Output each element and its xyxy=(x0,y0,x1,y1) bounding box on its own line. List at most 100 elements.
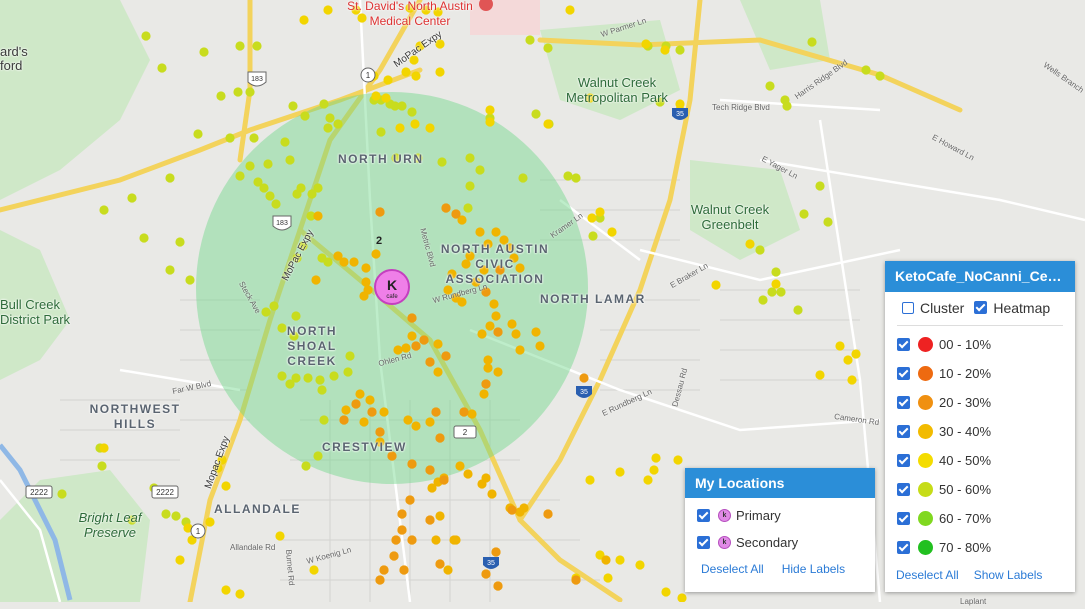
heatmap-point xyxy=(252,41,262,51)
heatmap-point xyxy=(139,233,149,243)
heatmap-point xyxy=(361,263,371,273)
heatmap-point xyxy=(411,71,421,81)
heatmap-point xyxy=(755,245,765,255)
legend-row[interactable]: 60 - 70% xyxy=(885,504,1075,533)
heatmap-point xyxy=(431,535,441,545)
heatmap-point xyxy=(615,467,625,477)
legend-row[interactable]: 20 - 30% xyxy=(885,388,1075,417)
legend-checkbox[interactable] xyxy=(897,425,910,438)
legend-checkbox[interactable] xyxy=(897,512,910,525)
heatmap-point xyxy=(225,133,235,143)
secondary-checkbox[interactable] xyxy=(697,536,710,549)
legend-color-swatch xyxy=(918,424,933,439)
heatmap-point xyxy=(463,469,473,479)
heatmap-point xyxy=(711,280,721,290)
location-row-secondary[interactable]: k Secondary xyxy=(685,529,875,556)
heatmap-point xyxy=(245,87,255,97)
heatmap-point xyxy=(745,239,755,249)
svg-text:2: 2 xyxy=(463,428,468,437)
heatmap-point xyxy=(433,367,443,377)
heatmap-point xyxy=(507,319,517,329)
legend-checkbox[interactable] xyxy=(897,367,910,380)
legend-label: 60 - 70% xyxy=(939,511,992,526)
heatmap-point xyxy=(815,181,825,191)
heatmap-point xyxy=(847,375,857,385)
legend-row[interactable]: 30 - 40% xyxy=(885,417,1075,446)
heatmap-point xyxy=(615,555,625,565)
heatmap-point xyxy=(851,349,861,359)
heatmap-point xyxy=(317,253,327,263)
heatmap-point xyxy=(475,227,485,237)
legend-checkbox[interactable] xyxy=(897,454,910,467)
heatmap-point xyxy=(463,203,473,213)
primary-label: Primary xyxy=(736,508,781,523)
show-labels-link[interactable]: Show Labels xyxy=(974,568,1043,582)
shield-183-label: 183 xyxy=(251,76,263,83)
shield-1: 1 xyxy=(190,523,206,539)
cafe-marker[interactable]: K cafe xyxy=(374,269,410,305)
legend-row[interactable]: 10 - 20% xyxy=(885,359,1075,388)
heatmap-point xyxy=(349,257,359,267)
svg-text:2222: 2222 xyxy=(30,488,48,497)
legend-checkbox[interactable] xyxy=(897,338,910,351)
heatmap-point xyxy=(376,127,386,137)
heatmap-point xyxy=(435,559,445,569)
heatmap-point xyxy=(861,65,871,75)
cluster-checkbox[interactable] xyxy=(902,301,914,314)
allandale-label: ALLANDALE xyxy=(214,502,301,516)
heatmap-point xyxy=(479,389,489,399)
shield-183-label: 183 xyxy=(276,220,288,227)
heatmap-point xyxy=(782,101,792,111)
heatmap-point xyxy=(311,275,321,285)
heatmap-point xyxy=(249,133,259,143)
heatmap-point xyxy=(493,581,503,591)
locations-deselect-all-link[interactable]: Deselect All xyxy=(701,562,764,576)
heatmap-point xyxy=(565,5,575,15)
heatmap-point xyxy=(292,189,302,199)
heatmap-label: Heatmap xyxy=(993,299,1051,316)
heatmap-point xyxy=(601,555,611,565)
heatmap-point xyxy=(435,511,445,521)
legend-checkbox[interactable] xyxy=(897,396,910,409)
heatmap-point xyxy=(407,459,417,469)
heatmap-point xyxy=(485,321,495,331)
heatmap-point xyxy=(455,461,465,471)
heatmap-point xyxy=(587,213,597,223)
heatmap-point xyxy=(643,475,653,485)
heatmap-point xyxy=(407,331,417,341)
heatmap-point xyxy=(391,535,401,545)
heatmap-point xyxy=(843,355,853,365)
heatmap-point xyxy=(323,5,333,15)
heatmap-point xyxy=(185,275,195,285)
legend-label: 30 - 40% xyxy=(939,424,992,439)
heatmap-deselect-all-link[interactable]: Deselect All xyxy=(896,568,959,582)
primary-checkbox[interactable] xyxy=(697,509,710,522)
heatmap-point xyxy=(317,385,327,395)
legend-row[interactable]: 00 - 10% xyxy=(885,330,1075,359)
heatmap-point xyxy=(265,191,275,201)
heatmap-point xyxy=(515,345,525,355)
north-austin-civic-label: NORTH AUSTIN CIVIC ASSOCIATION xyxy=(440,242,550,286)
heatmap-point xyxy=(285,155,295,165)
heatmap-point xyxy=(371,91,381,101)
legend-checkbox[interactable] xyxy=(897,541,910,554)
heatmap-point xyxy=(323,123,333,133)
heatmap-point xyxy=(325,113,335,123)
heatmap-panel-title: KetoCafe_NoCanni_Cent... xyxy=(885,261,1075,292)
heatmap-point xyxy=(419,335,429,345)
hide-labels-link[interactable]: Hide Labels xyxy=(782,562,845,576)
heatmap-panel: KetoCafe_NoCanni_Cent... Cluster Heatmap… xyxy=(885,261,1075,592)
legend-row[interactable]: 40 - 50% xyxy=(885,446,1075,475)
heatmap-checkbox[interactable] xyxy=(974,301,988,314)
heatmap-point xyxy=(319,99,329,109)
heatmap-point xyxy=(519,503,529,513)
legend-checkbox[interactable] xyxy=(897,483,910,496)
heatmap-point xyxy=(425,417,435,427)
legend-row[interactable]: 70 - 80% xyxy=(885,533,1075,562)
heatmap-point xyxy=(259,183,269,193)
location-row-primary[interactable]: k Primary xyxy=(685,502,875,529)
heatmap-point xyxy=(451,209,461,219)
heatmap-point xyxy=(585,475,595,485)
legend-row[interactable]: 50 - 60% xyxy=(885,475,1075,504)
heatmap-point xyxy=(333,119,343,129)
